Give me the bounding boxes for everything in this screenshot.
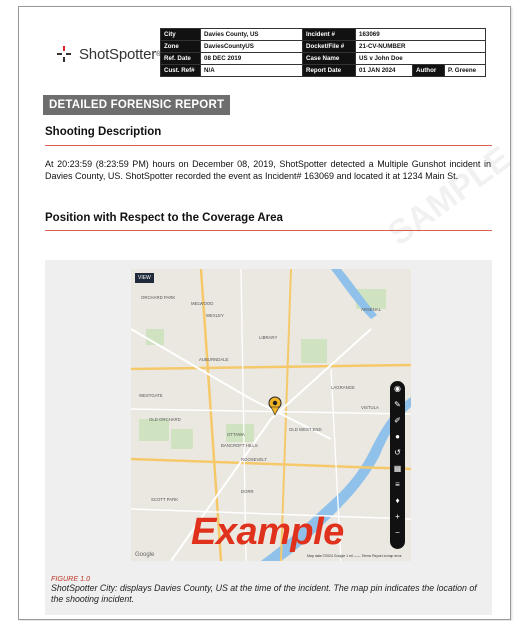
map-label: WEXLEY: [206, 313, 224, 318]
map-provider-logo: Google: [135, 552, 155, 558]
meta-value: 08 DEC 2019: [200, 52, 303, 65]
report-banner: DETAILED FORENSIC REPORT: [43, 95, 231, 115]
map-label: DORR: [241, 489, 254, 494]
coverage-map[interactable]: MELWOOD WEXLEY ORCHARD PARK LIBRARY AUBURNDA…: [131, 269, 411, 561]
map-toolbar: ◉ ✎ ✐ ● ↺ ▦ ≡ ♦ + −: [390, 381, 405, 549]
map-label: MELWOOD: [191, 301, 213, 306]
table-row: Cust. Ref# N/A Report Date 01 JAN 2024 A…: [160, 64, 486, 77]
logo-text: ShotSpotter: [79, 45, 157, 63]
marker-icon[interactable]: ♦: [390, 493, 405, 509]
table-row: City Davies County, US Incident # 163069: [160, 28, 486, 41]
map-label: SCOTT PARK: [151, 497, 178, 502]
meta-value: 21-CV-NUMBER: [355, 40, 486, 53]
map-label: BANCROFT HILLS: [221, 443, 258, 448]
meta-key: Zone: [160, 40, 201, 53]
meta-value: US v John Doe: [355, 52, 486, 65]
section-divider: [45, 230, 492, 231]
meta-key: Ref. Date: [160, 52, 201, 65]
table-row: Ref. Date 08 DEC 2019 Case Name US v Joh…: [160, 52, 486, 65]
map-label: ARSENAL: [361, 307, 382, 312]
map-label: VISTULA: [361, 405, 379, 410]
draw-icon[interactable]: ✎: [390, 397, 405, 413]
section-title: Position with Respect to the Coverage Ar…: [45, 212, 283, 224]
map-label: OTTAWA: [227, 432, 245, 437]
meta-value: P. Greene: [444, 64, 486, 77]
meta-key: Incident #: [302, 28, 356, 41]
meta-value: 01 JAN 2024: [355, 64, 413, 77]
map-label: WESTGATE: [139, 393, 163, 398]
meta-value: N/A: [200, 64, 303, 77]
meta-value: Davies County, US: [200, 28, 303, 41]
report-page: ShotSpotter ® City Davies County, US Inci…: [18, 6, 511, 620]
meta-key: Docket/File #: [302, 40, 356, 53]
background-watermark: SAMPLE: [381, 139, 511, 254]
map-label: OLD ORCHARD: [149, 417, 181, 422]
meta-key: Cust. Ref#: [160, 64, 201, 77]
list-icon[interactable]: ≡: [390, 477, 405, 493]
pin-icon[interactable]: ●: [390, 429, 405, 445]
section-divider: [45, 145, 492, 146]
report-metadata-table: City Davies County, US Incident # 163069…: [160, 28, 486, 77]
section-title: Shooting Description: [45, 126, 162, 138]
grid-icon[interactable]: ▦: [390, 461, 405, 477]
map-label: ORCHARD PARK: [141, 295, 175, 300]
meta-key: Case Name: [302, 52, 356, 65]
zoom-out-icon[interactable]: −: [390, 525, 405, 541]
zoom-in-icon[interactable]: +: [390, 509, 405, 525]
figure-caption: ShotSpotter City: displays Davies County…: [51, 583, 477, 604]
figure-container: MELWOOD WEXLEY ORCHARD PARK LIBRARY AUBURNDA…: [45, 260, 492, 615]
shotspotter-logo: ShotSpotter ®: [55, 45, 161, 63]
meta-key: Report Date: [302, 64, 356, 77]
map-label: LIBRARY: [259, 335, 277, 340]
history-icon[interactable]: ↺: [390, 445, 405, 461]
map-credit: Map data ©2024 Google 1 mi —— Terms Repo…: [307, 554, 402, 558]
map-label: LAGRANGE: [331, 385, 355, 390]
shooting-description: At 20:23:59 (8:23:59 PM) hours on Decemb…: [45, 159, 491, 181]
meta-value: 163069: [355, 28, 486, 41]
meta-key: Author: [412, 64, 445, 77]
crosshair-icon: [55, 45, 73, 63]
meta-value: DaviesCountyUS: [200, 40, 303, 53]
map-label: AUBURNDALE: [199, 357, 229, 362]
layers-icon[interactable]: ◉: [390, 381, 405, 397]
table-row: Zone DaviesCountyUS Docket/File # 21-CV-…: [160, 40, 486, 53]
view-badge[interactable]: VIEW: [135, 273, 154, 283]
map-label: ROOSEVELT: [241, 457, 267, 462]
map-label: OLD WEST END: [289, 427, 322, 432]
meta-key: City: [160, 28, 201, 41]
pencil-icon[interactable]: ✐: [390, 413, 405, 429]
figure-label: FIGURE 1.0: [51, 574, 91, 583]
example-watermark: Example: [191, 511, 344, 553]
